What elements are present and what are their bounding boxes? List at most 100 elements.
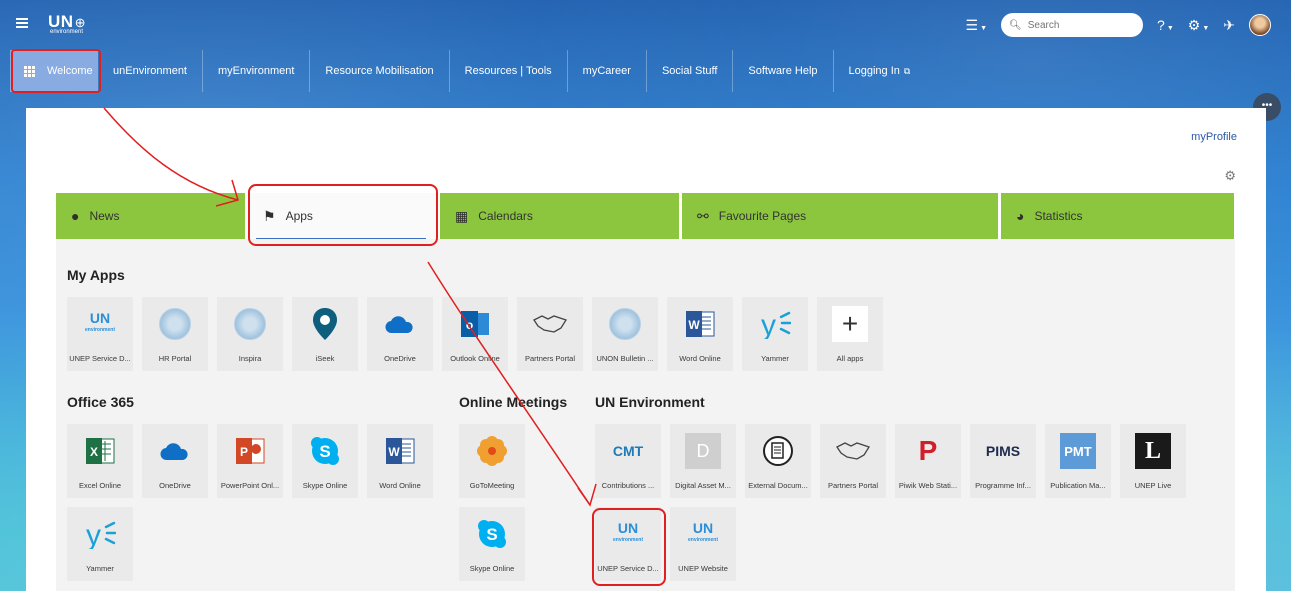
- tile-label: Partners Portal: [524, 354, 576, 363]
- un-emblem-icon: [157, 306, 193, 342]
- nav-item-myenvironment[interactable]: myEnvironment: [203, 50, 311, 92]
- tile-label: GoToMeeting: [469, 481, 515, 490]
- tile-label: Piwik Web Stati...: [898, 481, 958, 490]
- tile-label: Excel Online: [78, 481, 122, 490]
- nav-label: Resources | Tools: [464, 65, 552, 77]
- app-tile-programme-info[interactable]: PIMS Programme Inf...: [970, 424, 1036, 498]
- tab-favourite-pages[interactable]: ⚯ Favourite Pages: [682, 193, 998, 239]
- nav-item-unenvironment[interactable]: unEnvironment: [98, 50, 203, 92]
- skype-icon: S: [474, 516, 510, 552]
- nav-label: myEnvironment: [218, 65, 295, 77]
- app-tile-excel-online[interactable]: X Excel Online: [67, 424, 133, 498]
- un-emblem-icon: [607, 306, 643, 342]
- app-tile-unon-bulletin[interactable]: UNON Bulletin ...: [592, 297, 658, 371]
- excel-icon: X: [82, 433, 118, 469]
- annotation-apps-highlight: [248, 184, 438, 246]
- app-tile-unep-service-desk[interactable]: UN environment UNEP Service D...: [67, 297, 133, 371]
- help-icon[interactable]: ? ▼: [1157, 17, 1174, 33]
- app-tile-word-online[interactable]: W Word Online: [667, 297, 733, 371]
- nav-label: Social Stuff: [661, 65, 718, 77]
- calendar-icon: ▦: [455, 207, 469, 224]
- tile-label: Contributions ...: [601, 481, 655, 490]
- search-box[interactable]: 🔍︎: [1001, 13, 1144, 37]
- word-icon: W: [682, 306, 718, 342]
- svg-text:y: y: [86, 519, 101, 549]
- app-tile-powerpoint-online[interactable]: P PowerPoint Onl...: [217, 424, 283, 498]
- tile-label: Programme Inf...: [975, 481, 1031, 490]
- outlook-icon: o: [457, 306, 493, 342]
- app-tile-unep-live[interactable]: L UNEP Live: [1120, 424, 1186, 498]
- tab-calendars[interactable]: ▦ Calendars: [440, 193, 679, 239]
- nav-label: myCareer: [582, 65, 631, 77]
- search-icon: 🔍︎: [1009, 19, 1022, 31]
- tab-label: Statistics: [1034, 209, 1083, 223]
- tab-news[interactable]: ● News: [56, 193, 245, 239]
- app-tile-skype-online[interactable]: S Skype Online: [292, 424, 358, 498]
- app-tile-word-online-365[interactable]: W Word Online: [367, 424, 433, 498]
- app-tile-external-documents[interactable]: External Docum...: [745, 424, 811, 498]
- avatar[interactable]: [1249, 14, 1271, 36]
- app-tile-partners-portal[interactable]: Partners Portal: [517, 297, 583, 371]
- notification-icon[interactable]: ✈: [1223, 17, 1235, 34]
- nav-item-logging-in[interactable]: Logging In ⧉: [834, 50, 926, 92]
- app-tile-yammer[interactable]: y Yammer: [742, 297, 808, 371]
- svg-text:W: W: [388, 445, 400, 459]
- tile-label: OneDrive: [384, 354, 416, 363]
- un-environment-icon: UN environment: [82, 306, 118, 342]
- app-tile-hr-portal[interactable]: HR Portal: [142, 297, 208, 371]
- app-tile-gotomeeting[interactable]: GoToMeeting: [459, 424, 525, 498]
- tile-label: Inspira: [238, 354, 262, 363]
- nav-item-software-help[interactable]: Software Help: [733, 50, 834, 92]
- tile-label: Skype Online: [302, 481, 348, 490]
- app-tile-outlook-online[interactable]: o Outlook Online: [442, 297, 508, 371]
- app-tile-contributions[interactable]: CMT Contributions ...: [595, 424, 661, 498]
- app-tile-skype-online-meetings[interactable]: S Skype Online: [459, 507, 525, 581]
- nav-item-resources-tools[interactable]: Resources | Tools: [450, 50, 568, 92]
- l-letter-icon: L: [1135, 433, 1171, 469]
- tile-label: UNON Bulletin ...: [596, 354, 654, 363]
- plus-icon: +: [832, 306, 868, 342]
- hamburger-menu-icon[interactable]: [16, 18, 28, 28]
- un-icon-subtext: environment: [84, 327, 115, 333]
- app-tile-digital-asset[interactable]: D Digital Asset M...: [670, 424, 736, 498]
- myprofile-link[interactable]: myProfile: [1191, 131, 1237, 143]
- nav-label: Resource Mobilisation: [325, 65, 434, 77]
- app-tile-unep-website[interactable]: UN environment UNEP Website: [670, 507, 736, 581]
- app-tile-publication-management[interactable]: PMT Publication Ma...: [1045, 424, 1111, 498]
- app-tile-yammer-365[interactable]: y Yammer: [67, 507, 133, 581]
- nav-item-resource-mobilisation[interactable]: Resource Mobilisation: [310, 50, 450, 92]
- svg-text:S: S: [486, 525, 497, 544]
- app-tile-piwik[interactable]: P Piwik Web Stati...: [895, 424, 961, 498]
- tile-label: Word Online: [679, 354, 721, 363]
- tile-label: OneDrive: [159, 481, 191, 490]
- un-environment-logo[interactable]: UN⊕ environment: [48, 12, 85, 35]
- list-menu-icon[interactable]: ☰ ▼: [966, 17, 988, 34]
- nav-item-mycareer[interactable]: myCareer: [568, 50, 647, 92]
- tab-statistics[interactable]: ◕ Statistics: [1001, 193, 1234, 239]
- nav-label: unEnvironment: [113, 65, 187, 77]
- tile-label: UNEP Website: [678, 564, 728, 573]
- external-link-icon: ⧉: [903, 65, 911, 76]
- tile-label: Outlook Online: [450, 354, 500, 363]
- section-title-online-meetings: Online Meetings: [459, 394, 568, 410]
- nav-item-social-stuff[interactable]: Social Stuff: [647, 50, 734, 92]
- search-input[interactable]: [1025, 18, 1140, 32]
- settings-gear-icon[interactable]: ⚙: [1224, 168, 1236, 184]
- app-tile-onedrive-365[interactable]: OneDrive: [142, 424, 208, 498]
- tab-label: News: [89, 209, 120, 223]
- app-tile-all-apps[interactable]: + All apps: [817, 297, 883, 371]
- app-tile-iseek[interactable]: iSeek: [292, 297, 358, 371]
- top-header: UN⊕ environment ☰▼ 🔍︎ ?▼ ⚙▼ ✈: [0, 0, 1291, 48]
- tile-label: UNEP Service D...: [69, 354, 131, 363]
- tile-label: Yammer: [86, 564, 114, 573]
- app-tile-partners-portal-un[interactable]: Partners Portal: [820, 424, 886, 498]
- tile-label: External Docum...: [748, 481, 808, 490]
- gear-icon[interactable]: ⚙ ▼: [1188, 17, 1210, 34]
- app-tile-inspira[interactable]: Inspira: [217, 297, 283, 371]
- pie-chart-icon: ◕: [1016, 208, 1025, 224]
- app-tile-onedrive[interactable]: OneDrive: [367, 297, 433, 371]
- d-letter-icon: D: [685, 433, 721, 469]
- tile-label: Word Online: [379, 481, 421, 490]
- svg-text:X: X: [90, 445, 98, 459]
- section-title-my-apps: My Apps: [67, 267, 125, 283]
